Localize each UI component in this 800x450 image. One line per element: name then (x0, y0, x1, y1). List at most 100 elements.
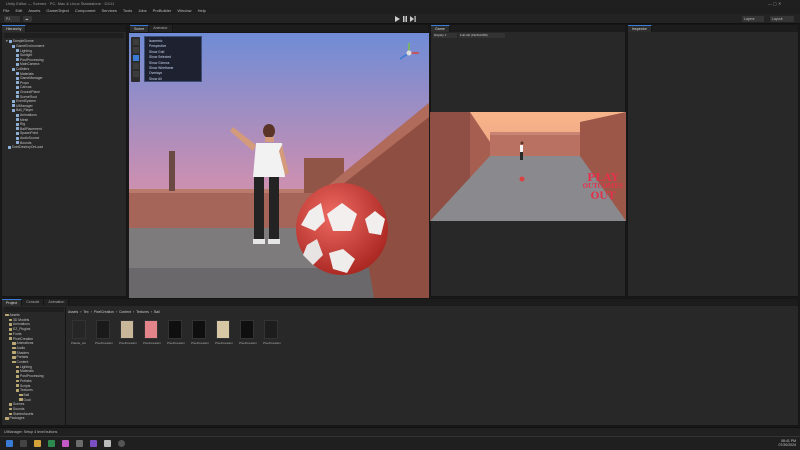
hierarchy-item[interactable]: UIManager (12, 104, 33, 108)
asset-thumbnail[interactable] (72, 320, 86, 339)
obs-icon[interactable] (118, 440, 125, 447)
cloud-icon[interactable]: ☁ (23, 16, 32, 22)
tab-animation[interactable]: Animation (44, 299, 70, 306)
project-tree-item[interactable]: 3D Models (8, 318, 29, 322)
hierarchy-item[interactable]: SceneRoot (16, 95, 37, 99)
hierarchy-item[interactable]: BallPlacement (16, 127, 42, 131)
asset-thumbnail[interactable] (168, 320, 182, 339)
menu-item-help[interactable]: Help (198, 8, 206, 13)
breadcrumb-item[interactable]: Content (119, 310, 131, 315)
project-tree-item[interactable]: PixelCreation (8, 337, 33, 341)
tab-animator[interactable]: Animator (149, 25, 173, 32)
clock[interactable]: 08:41 PM 07/20/2024 (762, 439, 796, 447)
hierarchy-item[interactable]: PostProcessing (16, 58, 44, 62)
hierarchy-item[interactable]: MainCamera (16, 62, 39, 66)
steam-icon[interactable] (76, 440, 83, 447)
display-dropdown[interactable]: Display 1 (433, 33, 457, 38)
breadcrumb-item[interactable]: Ball (154, 310, 160, 315)
project-tree-item[interactable]: PostProcessing (15, 374, 44, 378)
browser-icon[interactable] (48, 440, 55, 447)
hand-tool-icon[interactable] (132, 39, 139, 45)
breadcrumb-item[interactable]: Tex (83, 310, 88, 315)
asset-thumbnail[interactable] (96, 320, 110, 339)
project-tree-item[interactable]: Lighting (15, 365, 32, 369)
hierarchy-item[interactable]: Sunlight (16, 53, 32, 57)
dropdown-option[interactable]: Overlays (149, 71, 162, 75)
project-tree-item[interactable]: Scripts (15, 384, 30, 388)
project-tree-item[interactable]: Shaders (12, 351, 29, 355)
hierarchy-item[interactable]: AudioSource (16, 136, 39, 140)
visual-studio-icon[interactable] (90, 440, 97, 447)
hierarchy-item[interactable]: Mesh (16, 118, 28, 122)
rect-tool-icon[interactable] (132, 71, 139, 77)
menu-item-tools[interactable]: Tools (123, 8, 132, 13)
menu-item-gameobject[interactable]: GameObject (46, 8, 68, 13)
breadcrumb-item[interactable]: Assets (68, 310, 78, 315)
menu-item-probuilder[interactable]: ProBuilder (153, 8, 172, 13)
asset-thumbnail[interactable] (264, 320, 278, 339)
project-tree-item[interactable]: Animations (8, 322, 30, 326)
hierarchy-item[interactable]: Props (16, 81, 29, 85)
project-tree-item[interactable]: Ball (19, 393, 29, 397)
app-icon[interactable] (62, 440, 69, 447)
hierarchy-item[interactable]: Bounds (16, 141, 32, 145)
hierarchy-item[interactable]: SpawnPoint (16, 131, 38, 135)
layers-dropdown[interactable]: Layers (742, 16, 764, 22)
project-tree-item[interactable]: Goal (19, 398, 31, 402)
layout-dropdown[interactable]: Layout (770, 16, 794, 22)
dropdown-option[interactable]: Show All (149, 77, 162, 81)
project-tree-item[interactable]: Prefabs (15, 379, 32, 383)
tab-project[interactable]: Project (2, 299, 23, 306)
menu-item-window[interactable]: Window (177, 8, 191, 13)
dropdown-option[interactable]: Perspective (149, 44, 166, 48)
unity-icon[interactable] (104, 440, 111, 447)
step-button[interactable] (410, 16, 416, 22)
project-tree-item[interactable]: Animations (12, 341, 33, 345)
asset-thumbnail[interactable] (120, 320, 134, 339)
dropdown-option[interactable]: Show Grid (149, 50, 164, 54)
tab-console[interactable]: Console (22, 299, 45, 306)
project-tree-item[interactable]: Materials (15, 369, 34, 373)
hierarchy-item[interactable]: Ball_Player (12, 108, 33, 112)
aspect-dropdown[interactable]: Full HD (1920x1080) (459, 33, 505, 38)
asset-thumbnail[interactable] (240, 320, 254, 339)
asset-thumbnail[interactable] (216, 320, 230, 339)
project-tree-item[interactable]: Content (12, 360, 28, 364)
hierarchy-item[interactable]: GameManager (16, 76, 43, 80)
windows-start-icon[interactable] (6, 440, 13, 447)
project-tree-item[interactable]: Assets (5, 313, 20, 317)
project-tree-item[interactable]: StarterAssets (8, 412, 33, 416)
pause-button[interactable] (402, 16, 408, 22)
hierarchy-item[interactable]: Animations (16, 113, 37, 117)
project-tree-item[interactable]: Textures (15, 388, 33, 392)
menu-item-services[interactable]: Services (102, 8, 117, 13)
game-viewport[interactable]: PLAY OUTCOMES OUT (430, 112, 626, 221)
hierarchy-item[interactable]: GroundPlane (16, 90, 40, 94)
breadcrumb-item[interactable]: Textures (136, 310, 149, 315)
tab-inspector[interactable]: Inspector (628, 25, 652, 32)
dropdown-option[interactable]: Show Selected (149, 55, 171, 59)
hierarchy-search-input[interactable] (4, 33, 124, 38)
hierarchy-item[interactable]: GameEnvironment (12, 44, 44, 48)
project-tree-item[interactable]: Fonts (8, 332, 21, 336)
hierarchy-item[interactable]: EventSystem (12, 99, 36, 103)
menu-item-component[interactable]: Component (75, 8, 96, 13)
asset-thumbnail[interactable] (144, 320, 158, 339)
orientation-gizmo-icon[interactable] (397, 41, 421, 65)
menu-item-file[interactable]: File (3, 8, 9, 13)
tab-scene[interactable]: Scene (130, 25, 150, 32)
dropdown-option[interactable]: Show Wireframe (149, 66, 173, 70)
asset-thumbnail[interactable] (192, 320, 206, 339)
splitter[interactable] (65, 307, 66, 425)
project-tree-item[interactable]: Packages (5, 416, 24, 420)
project-tree-item[interactable]: Scenes (8, 402, 24, 406)
file-explorer-icon[interactable] (34, 440, 41, 447)
project-tree-item[interactable]: Prefabs (12, 355, 28, 359)
search-icon[interactable] (20, 440, 27, 447)
project-tree-item[interactable]: Audio (12, 346, 25, 350)
dropdown-option[interactable]: Isometric (149, 39, 162, 43)
project-search-input[interactable] (4, 307, 64, 312)
hierarchy-item[interactable]: Lighting (16, 49, 32, 53)
dropdown-option[interactable]: Show Gizmos (149, 61, 169, 65)
rotate-tool-icon[interactable] (132, 55, 139, 61)
